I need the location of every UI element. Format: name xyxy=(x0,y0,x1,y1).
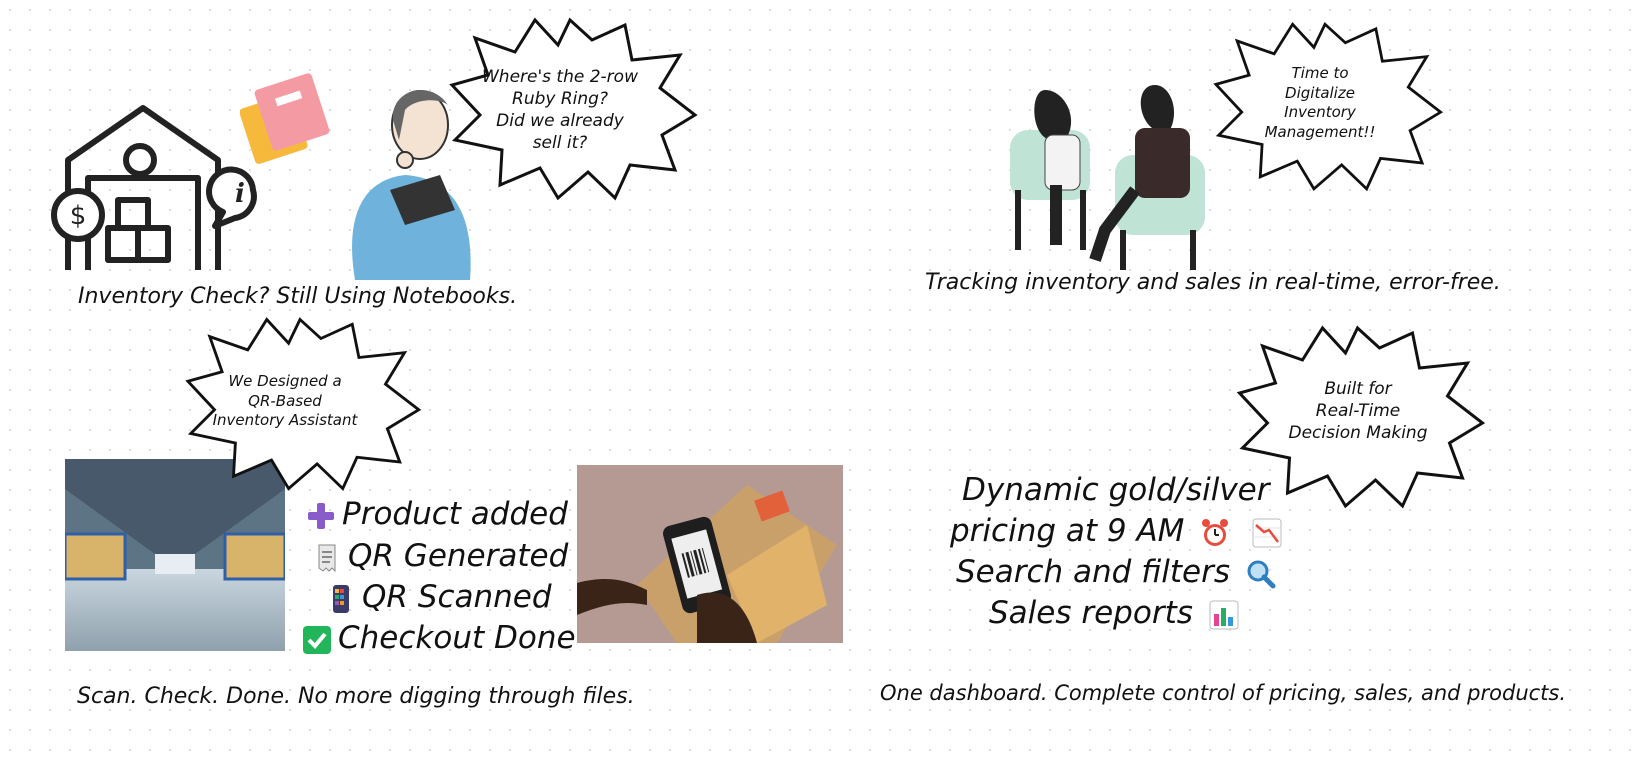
caption-notebooks: Inventory Check? Still Using Notebooks. xyxy=(78,284,518,309)
receipt-icon xyxy=(312,543,342,573)
notebooks-icon xyxy=(240,70,335,165)
plus-icon xyxy=(306,501,336,531)
bar-chart-icon xyxy=(1209,600,1239,630)
bubble-text-realtime: Built for Real-Time Decision Making xyxy=(1288,379,1428,444)
feature-search-filters: Search and filters xyxy=(956,554,1282,590)
feature-sales-reports: Sales reports xyxy=(989,595,1245,631)
step-label: QR Scanned xyxy=(362,579,552,615)
svg-text:$: $ xyxy=(70,201,87,231)
bubble-text-notebook: Where's the 2-row Ruby Ring? Did we alre… xyxy=(482,67,638,154)
caption-tracking: Tracking inventory and sales in real-tim… xyxy=(925,270,1501,295)
feature-label: pricing at 9 AM xyxy=(950,513,1185,549)
step-label: QR Generated xyxy=(348,538,569,574)
caption-one-dashboard: One dashboard. Complete control of prici… xyxy=(880,681,1567,705)
step-qr-generated: QR Generated xyxy=(306,538,568,574)
feature-dynamic-pricing: Dynamic gold/silver xyxy=(962,472,1270,508)
svg-text:i: i xyxy=(235,179,245,209)
step-label: Checkout Done xyxy=(338,620,576,656)
feature-label: Sales reports xyxy=(989,595,1193,631)
step-label: Product added xyxy=(342,496,568,532)
alarm-clock-icon xyxy=(1200,518,1230,548)
step-checkout-done: Checkout Done xyxy=(296,620,576,656)
feature-label: Search and filters xyxy=(956,554,1230,590)
checkmark-icon xyxy=(302,625,332,655)
step-product-added: Product added xyxy=(300,496,568,532)
step-qr-scanned: QR Scanned xyxy=(320,579,552,615)
caption-scan-check-done: Scan. Check. Done. No more digging throu… xyxy=(77,684,635,709)
feature-pricing-9am: pricing at 9 AM xyxy=(950,513,1288,549)
bubble-text-qr-assistant: We Designed a QR-Based Inventory Assista… xyxy=(212,372,358,429)
scanning-package-photo xyxy=(577,465,843,643)
feature-label: Dynamic gold/silver xyxy=(962,472,1270,508)
phone-icon xyxy=(326,584,356,614)
magnifier-icon xyxy=(1246,559,1276,589)
meeting-illustration xyxy=(1005,80,1220,275)
bubble-text-digitalize: Time to Digitalize Inventory Management!… xyxy=(1264,64,1376,141)
chart-decreasing-icon xyxy=(1252,518,1282,548)
